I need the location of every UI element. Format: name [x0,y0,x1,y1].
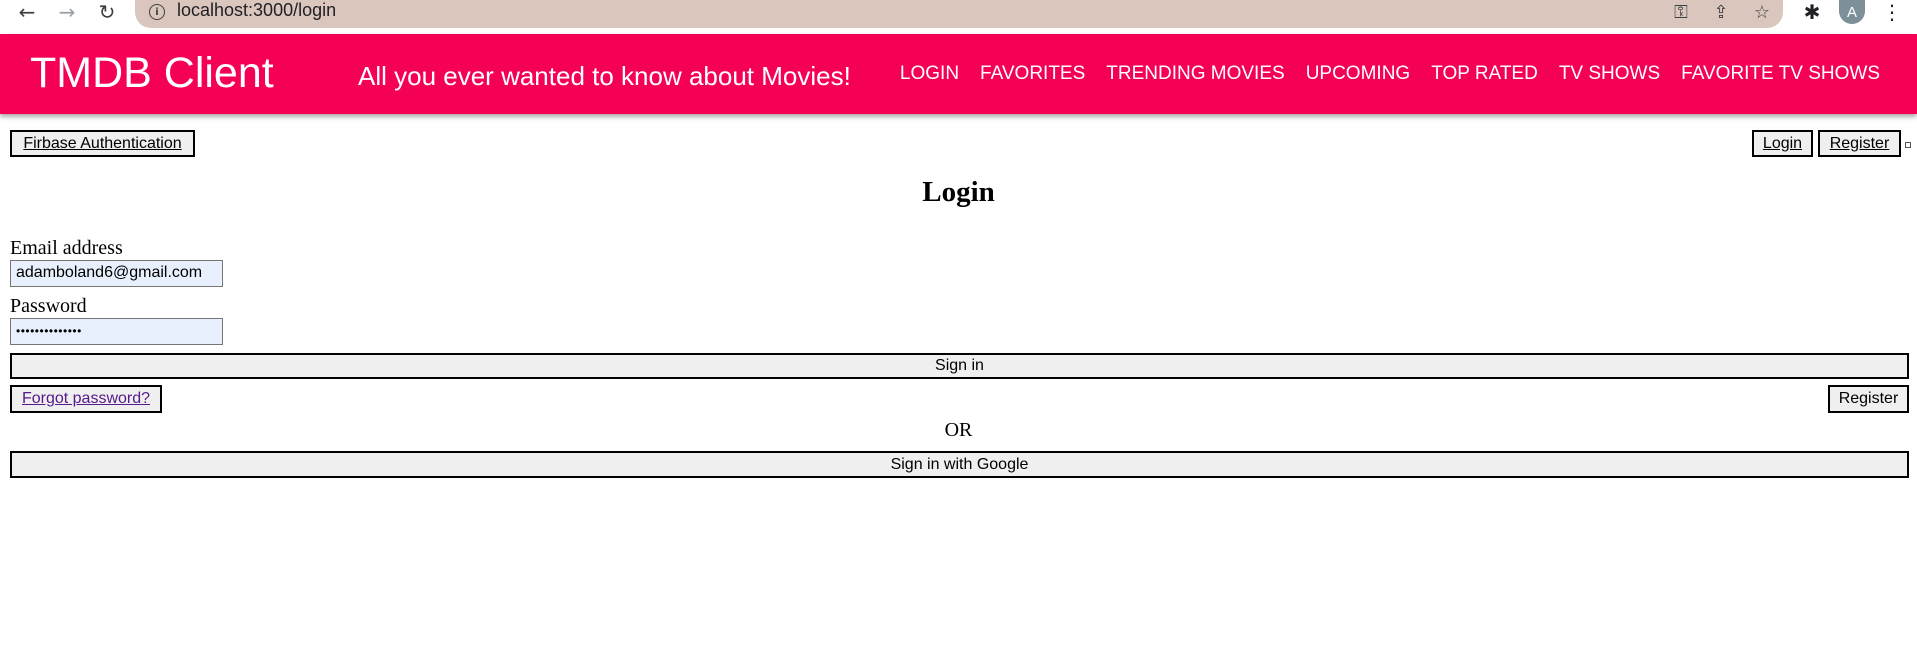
nav-login[interactable]: LOGIN [900,62,959,86]
reload-icon[interactable]: ↻ [92,0,122,24]
page-title: Login [922,176,995,208]
extensions-puzzle-icon[interactable]: ✱ [1799,0,1825,24]
nav-favorites[interactable]: FAVORITES [980,62,1085,86]
site-info-icon[interactable]: i [149,4,165,20]
nav-trending-movies[interactable]: TRENDING MOVIES [1106,62,1284,86]
address-bar[interactable]: i localhost:3000/login ⚿ ⇪ ☆ [135,0,1783,28]
header-login-button[interactable]: Login [1752,130,1813,157]
or-divider-text: OR [944,419,973,441]
sign-in-button[interactable]: Sign in [10,353,1909,379]
password-label: Password [10,295,87,317]
profile-avatar[interactable]: A [1839,0,1865,24]
forward-arrow-icon[interactable]: → [52,0,82,24]
small-checkbox[interactable] [1905,142,1911,148]
nav-tv-shows[interactable]: TV SHOWS [1559,62,1660,86]
app-tagline: All you ever wanted to know about Movies… [358,61,851,91]
email-label: Email address [10,237,123,259]
nav-top-rated[interactable]: TOP RATED [1431,62,1538,86]
forgot-password-link[interactable]: Forgot password? [10,385,162,413]
email-field[interactable]: adamboland6@gmail.com [10,260,223,287]
share-icon[interactable]: ⇪ [1710,1,1732,23]
register-button[interactable]: Register [1828,385,1909,413]
key-icon[interactable]: ⚿ [1670,1,1692,23]
browser-menu-icon[interactable]: ⋮ [1879,0,1905,24]
bookmark-star-icon[interactable]: ☆ [1751,1,1773,23]
main-navigation: LOGIN FAVORITES TRENDING MOVIES UPCOMING… [879,62,1880,86]
google-sign-in-button[interactable]: Sign in with Google [10,451,1909,478]
header-register-button[interactable]: Register [1818,130,1901,157]
address-bar-url[interactable]: localhost:3000/login [177,0,336,24]
back-arrow-icon[interactable]: ← [12,0,42,24]
firebase-auth-brand-button[interactable]: Firbase Authentication [10,130,195,157]
nav-upcoming[interactable]: UPCOMING [1306,62,1411,86]
app-header: TMDB Client All you ever wanted to know … [0,34,1917,114]
app-title: TMDB Client [30,49,274,97]
browser-toolbar: ← → ↻ i localhost:3000/login ⚿ ⇪ ☆ ✱ A ⋮ [0,0,1917,34]
password-field[interactable]: •••••••••••••• [10,318,223,345]
nav-favorite-tv-shows[interactable]: FAVORITE TV SHOWS [1681,62,1880,86]
